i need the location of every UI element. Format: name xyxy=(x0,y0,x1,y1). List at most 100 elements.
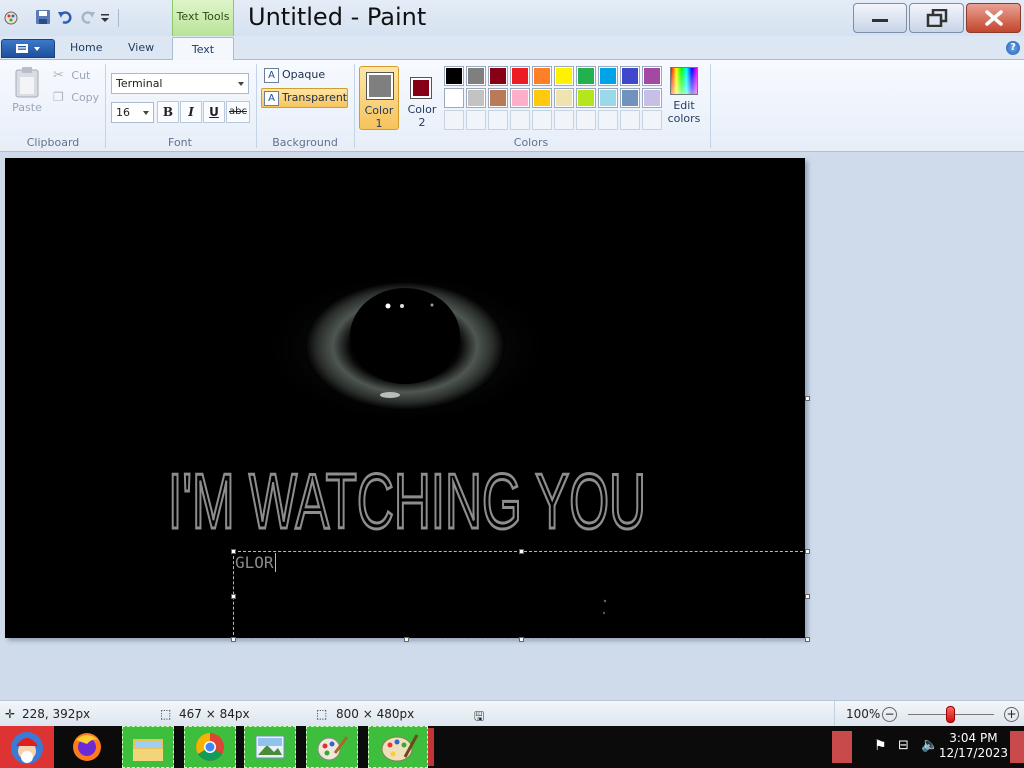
palette-empty-slot[interactable] xyxy=(598,110,618,130)
palette-swatch[interactable] xyxy=(554,88,574,108)
palette-empty-slot[interactable] xyxy=(466,110,486,130)
ribbon-panel: Paste ✂ Cut ❐ Copy Clipboard Terminal 16… xyxy=(0,60,1024,152)
color2-button[interactable]: Color 2 xyxy=(402,66,442,130)
palette-swatch[interactable] xyxy=(576,66,596,86)
textbox-handle[interactable] xyxy=(805,594,810,599)
toolbar-separator xyxy=(118,9,119,27)
palette-swatch[interactable] xyxy=(466,66,486,86)
photo-icon xyxy=(255,735,285,759)
firefox-taskbar-button[interactable] xyxy=(62,726,112,768)
chrome-taskbar-button[interactable] xyxy=(184,726,236,768)
palette-empty-slot[interactable] xyxy=(510,110,530,130)
close-button[interactable] xyxy=(966,3,1021,33)
textbox-handle[interactable] xyxy=(805,637,810,642)
start-button[interactable] xyxy=(0,726,54,768)
help-icon[interactable]: ? xyxy=(1006,41,1020,55)
textbox-handle[interactable] xyxy=(805,549,810,554)
color1-button[interactable]: Color 1 xyxy=(359,66,399,130)
palette-empty-slot[interactable] xyxy=(532,110,552,130)
clipboard-group-label: Clipboard xyxy=(26,136,80,149)
restore-button[interactable] xyxy=(909,3,964,33)
palette-swatch-fill xyxy=(534,90,550,106)
palette-empty-slot[interactable] xyxy=(642,110,662,130)
palette-swatch[interactable] xyxy=(598,88,618,108)
palette-swatch[interactable] xyxy=(510,66,530,86)
taskbar-clock[interactable]: 3:04 PM 12/17/2023 xyxy=(939,731,1008,761)
palette-swatch[interactable] xyxy=(510,88,530,108)
palette-empty-slot[interactable] xyxy=(488,110,508,130)
palette-swatch[interactable] xyxy=(554,66,574,86)
clock-date: 12/17/2023 xyxy=(938,746,1008,760)
textbox-handle[interactable] xyxy=(231,594,236,599)
customize-toolbar-icon[interactable] xyxy=(99,9,115,25)
typed-text-value: GLOR xyxy=(235,553,274,572)
redo-icon[interactable] xyxy=(80,9,96,25)
paint-taskbar-button[interactable] xyxy=(306,726,358,768)
textbox-handle[interactable] xyxy=(519,637,524,642)
palette-empty-slot[interactable] xyxy=(620,110,640,130)
zoom-slider-thumb[interactable] xyxy=(946,706,955,723)
palette-swatch-fill xyxy=(468,68,484,84)
textbox-handle[interactable] xyxy=(519,549,524,554)
show-hidden-icons-button[interactable] xyxy=(832,731,852,763)
undo-icon[interactable] xyxy=(57,9,73,25)
palette-swatch[interactable] xyxy=(620,66,640,86)
underline-button[interactable]: U xyxy=(203,101,225,123)
textbox-handle[interactable] xyxy=(231,637,236,642)
edit-colors-button[interactable]: Edit colors xyxy=(666,67,702,125)
palette-swatch[interactable] xyxy=(642,88,662,108)
edit-colors-label: Edit xyxy=(673,99,695,112)
palette-swatch[interactable] xyxy=(532,66,552,86)
photo-viewer-taskbar-button[interactable] xyxy=(244,726,296,768)
opaque-button[interactable]: A Opaque xyxy=(262,66,348,86)
save-icon[interactable] xyxy=(35,9,51,25)
tab-view[interactable]: View xyxy=(128,41,154,54)
transparent-button[interactable]: A Transparent xyxy=(261,88,348,108)
close-icon xyxy=(984,10,1003,26)
copy-button[interactable]: ❐ Copy xyxy=(53,90,99,106)
italic-button[interactable]: I xyxy=(180,101,202,123)
palette-swatch[interactable] xyxy=(444,66,464,86)
file-explorer-taskbar-button[interactable] xyxy=(122,726,174,768)
paste-button[interactable]: Paste xyxy=(10,66,44,122)
taskbar: ⚑ ⊟ 🔈 3:04 PM 12/17/2023 xyxy=(0,726,1024,768)
palette-swatch[interactable] xyxy=(642,66,662,86)
zoom-in-button[interactable]: + xyxy=(1004,707,1019,722)
palette-swatch-fill xyxy=(644,90,660,106)
tab-home[interactable]: Home xyxy=(70,41,102,54)
palette-swatch[interactable] xyxy=(598,66,618,86)
palette-swatch[interactable] xyxy=(532,88,552,108)
paint-app-icon[interactable] xyxy=(3,9,19,25)
bold-button[interactable]: B xyxy=(157,101,179,123)
show-desktop-button[interactable] xyxy=(1010,731,1024,763)
palette-empty-slot[interactable] xyxy=(576,110,596,130)
font-family-select[interactable]: Terminal xyxy=(111,73,249,94)
palette-empty-slot[interactable] xyxy=(554,110,574,130)
tab-text[interactable]: Text xyxy=(172,37,234,61)
rainbow-icon xyxy=(670,67,698,95)
minimize-button[interactable] xyxy=(853,3,907,33)
strikethrough-button[interactable]: abc xyxy=(226,101,250,123)
textbox-handle[interactable] xyxy=(404,637,409,642)
palette-swatch[interactable] xyxy=(466,88,486,108)
palette-empty-slot[interactable] xyxy=(444,110,464,130)
paint-menu-button[interactable] xyxy=(1,39,55,58)
font-size-select[interactable]: 16 xyxy=(111,102,154,123)
action-center-flag-icon[interactable]: ⚑ xyxy=(874,738,887,754)
palette-swatch[interactable] xyxy=(620,88,640,108)
palette-swatch[interactable] xyxy=(444,88,464,108)
palette-swatch[interactable] xyxy=(488,66,508,86)
cursor-position: 228, 392px xyxy=(22,707,91,721)
network-icon[interactable]: ⊟ xyxy=(898,738,909,753)
palette-swatch[interactable] xyxy=(488,88,508,108)
canvas-resize-handle-right[interactable] xyxy=(805,396,810,401)
palette-swatch[interactable] xyxy=(576,88,596,108)
text-input-box[interactable] xyxy=(231,549,810,642)
volume-icon[interactable]: 🔈 xyxy=(921,737,938,753)
ribbon-separator xyxy=(256,64,257,148)
palette-swatch-fill xyxy=(468,90,484,106)
zoom-out-button[interactable]: − xyxy=(882,707,897,722)
title-bar: Text Tools Untitled - Paint xyxy=(0,0,1024,36)
cut-button[interactable]: ✂ Cut xyxy=(53,68,90,84)
paint-active-taskbar-button[interactable] xyxy=(368,726,428,768)
